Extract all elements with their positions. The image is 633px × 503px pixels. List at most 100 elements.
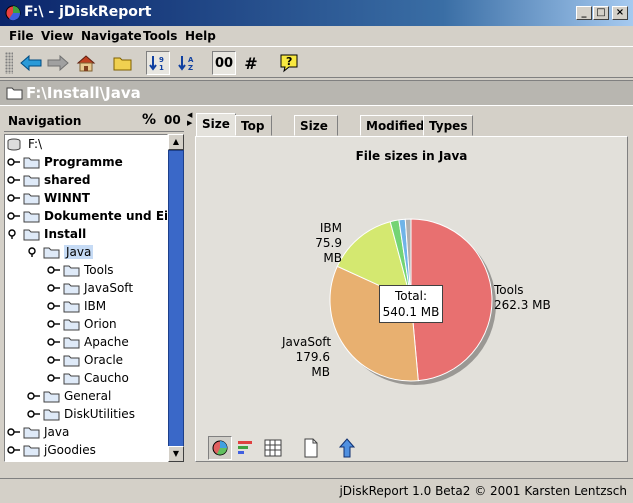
show-size-button[interactable]: 00 xyxy=(212,51,236,75)
scroll-thumb[interactable] xyxy=(168,150,184,450)
panel-splitter[interactable]: ◀ ▶ xyxy=(187,110,192,462)
tree-item[interactable]: Oracle xyxy=(47,351,123,369)
bar-chart-button[interactable] xyxy=(234,436,258,460)
minimize-button[interactable]: _ xyxy=(576,6,592,20)
folder-icon xyxy=(63,283,80,294)
tree-item[interactable]: General xyxy=(27,387,111,405)
tree-item-label: General xyxy=(64,389,112,403)
collapsed-node-icon[interactable] xyxy=(47,301,61,311)
tree-item[interactable]: Java xyxy=(7,423,69,441)
show-count-button[interactable]: # xyxy=(239,51,263,75)
pie-chart-button[interactable] xyxy=(208,436,232,460)
tree-item[interactable]: Dokumente und Einstellungen xyxy=(7,207,168,225)
expand-right-arrow[interactable]: ▶ xyxy=(187,120,192,127)
forward-arrow-icon[interactable] xyxy=(46,51,70,75)
navigation-header: Navigation % 00 xyxy=(4,110,184,132)
up-arrow-icon xyxy=(339,438,355,458)
svg-text:Z: Z xyxy=(188,64,193,72)
collapsed-node-icon[interactable] xyxy=(47,265,61,275)
folder-icon xyxy=(63,355,80,366)
window-title: F:\ - jDiskReport xyxy=(24,4,152,20)
tree-item-label: IBM xyxy=(84,299,107,313)
folder-icon xyxy=(63,319,80,330)
tree-item[interactable]: DiskUtilities xyxy=(27,405,135,423)
new-document-button[interactable] xyxy=(299,436,323,460)
drive-icon xyxy=(7,138,21,150)
percent-toggle[interactable]: % xyxy=(142,112,156,128)
tree-item-label: jGoodies xyxy=(44,443,96,457)
close-button[interactable]: × xyxy=(612,6,628,20)
menu-help[interactable]: Help xyxy=(185,29,216,43)
tree-item-label: Install xyxy=(44,227,87,241)
directory-tree[interactable]: F:\ Programme shared WINNT Dokumente und Ei… xyxy=(4,134,168,462)
menu-file[interactable]: File xyxy=(9,29,34,43)
tab-modified[interactable]: Modified xyxy=(360,115,431,136)
collapsed-node-icon[interactable] xyxy=(7,193,21,203)
collapsed-node-icon[interactable] xyxy=(7,211,21,221)
expanded-node-icon[interactable] xyxy=(27,247,41,257)
tree-item[interactable]: WINNT xyxy=(7,189,90,207)
total-value: 540.1 MB xyxy=(382,305,440,319)
slice-size: 75.9 MB xyxy=(315,236,342,265)
tab-types[interactable]: Types xyxy=(423,115,474,136)
tree-item[interactable]: Orion xyxy=(47,315,117,333)
new-document-icon xyxy=(304,438,318,458)
open-folder-icon[interactable] xyxy=(111,51,135,75)
slice-size: 179.6 MB xyxy=(295,350,330,379)
tree-root[interactable]: F:\ xyxy=(7,135,42,153)
collapsed-node-icon[interactable] xyxy=(27,409,41,419)
slice-size: 262.3 MB xyxy=(494,298,551,312)
tree-item[interactable]: Programme xyxy=(7,153,123,171)
help-button[interactable]: ? xyxy=(277,51,301,75)
table-view-button[interactable] xyxy=(261,436,285,460)
tree-item[interactable]: jGoodies xyxy=(7,441,96,459)
slice-label-javasoft: JavaSoft 179.6 MB xyxy=(282,335,331,380)
collapsed-node-icon[interactable] xyxy=(47,373,61,383)
tree-root-label: F:\ xyxy=(28,137,43,151)
menu-tools[interactable]: Tools xyxy=(143,29,177,43)
collapsed-node-icon[interactable] xyxy=(7,427,21,437)
up-button[interactable] xyxy=(335,436,359,460)
size-toggle[interactable]: 00 xyxy=(164,113,181,127)
collapsed-node-icon[interactable] xyxy=(47,337,61,347)
tree-item[interactable]: Caucho xyxy=(47,369,129,387)
menu-view[interactable]: View xyxy=(41,29,73,43)
tree-item-label: Tools xyxy=(84,263,114,277)
tree-item[interactable]: IBM xyxy=(47,297,106,315)
maximize-button[interactable]: □ xyxy=(593,6,609,20)
slice-name: IBM xyxy=(319,221,342,235)
collapsed-node-icon[interactable] xyxy=(27,391,41,401)
tree-item[interactable]: Tools xyxy=(47,261,114,279)
bar-chart-icon xyxy=(238,441,252,454)
sort-ascending-icon[interactable]: AZ xyxy=(175,51,199,75)
back-arrow-icon[interactable] xyxy=(19,51,43,75)
tree-scrollbar[interactable]: ▲ ▼ xyxy=(168,134,184,462)
collapsed-node-icon[interactable] xyxy=(7,175,21,185)
tab-top-100[interactable]: Top 100 xyxy=(235,115,273,153)
tree-item[interactable]: Apache xyxy=(47,333,129,351)
expanded-node-icon[interactable] xyxy=(7,229,21,239)
scroll-up-button[interactable]: ▲ xyxy=(168,134,184,150)
collapsed-node-icon[interactable] xyxy=(7,445,21,455)
navigation-panel: Navigation % 00 F:\ Programme shared WINNT… xyxy=(4,110,184,462)
tree-item[interactable]: shared xyxy=(7,171,90,189)
collapsed-node-icon[interactable] xyxy=(47,355,61,365)
sort-descending-icon[interactable]: 91 xyxy=(146,51,170,75)
menu-navigate[interactable]: Navigate xyxy=(81,29,142,43)
collapsed-node-icon[interactable] xyxy=(47,283,61,293)
tab-size[interactable]: Size xyxy=(196,113,236,137)
home-icon[interactable] xyxy=(74,51,98,75)
tree-item[interactable]: JavaSoft xyxy=(47,279,133,297)
tab-size-dist[interactable]: Size Dist. xyxy=(294,115,338,153)
tree-item-label: Java xyxy=(64,245,94,259)
toolbar-grip[interactable] xyxy=(5,52,13,74)
folder-icon xyxy=(23,211,40,222)
collapse-left-arrow[interactable]: ◀ xyxy=(187,112,192,119)
total-tooltip: Total: 540.1 MB xyxy=(379,285,443,323)
scroll-down-button[interactable]: ▼ xyxy=(168,446,184,462)
tree-item[interactable]: Java xyxy=(27,243,94,261)
collapsed-node-icon[interactable] xyxy=(47,319,61,329)
collapsed-node-icon[interactable] xyxy=(7,157,21,167)
tree-item[interactable]: Install xyxy=(7,225,86,243)
tree-item-label: Dokumente und Einstellungen xyxy=(44,209,168,223)
